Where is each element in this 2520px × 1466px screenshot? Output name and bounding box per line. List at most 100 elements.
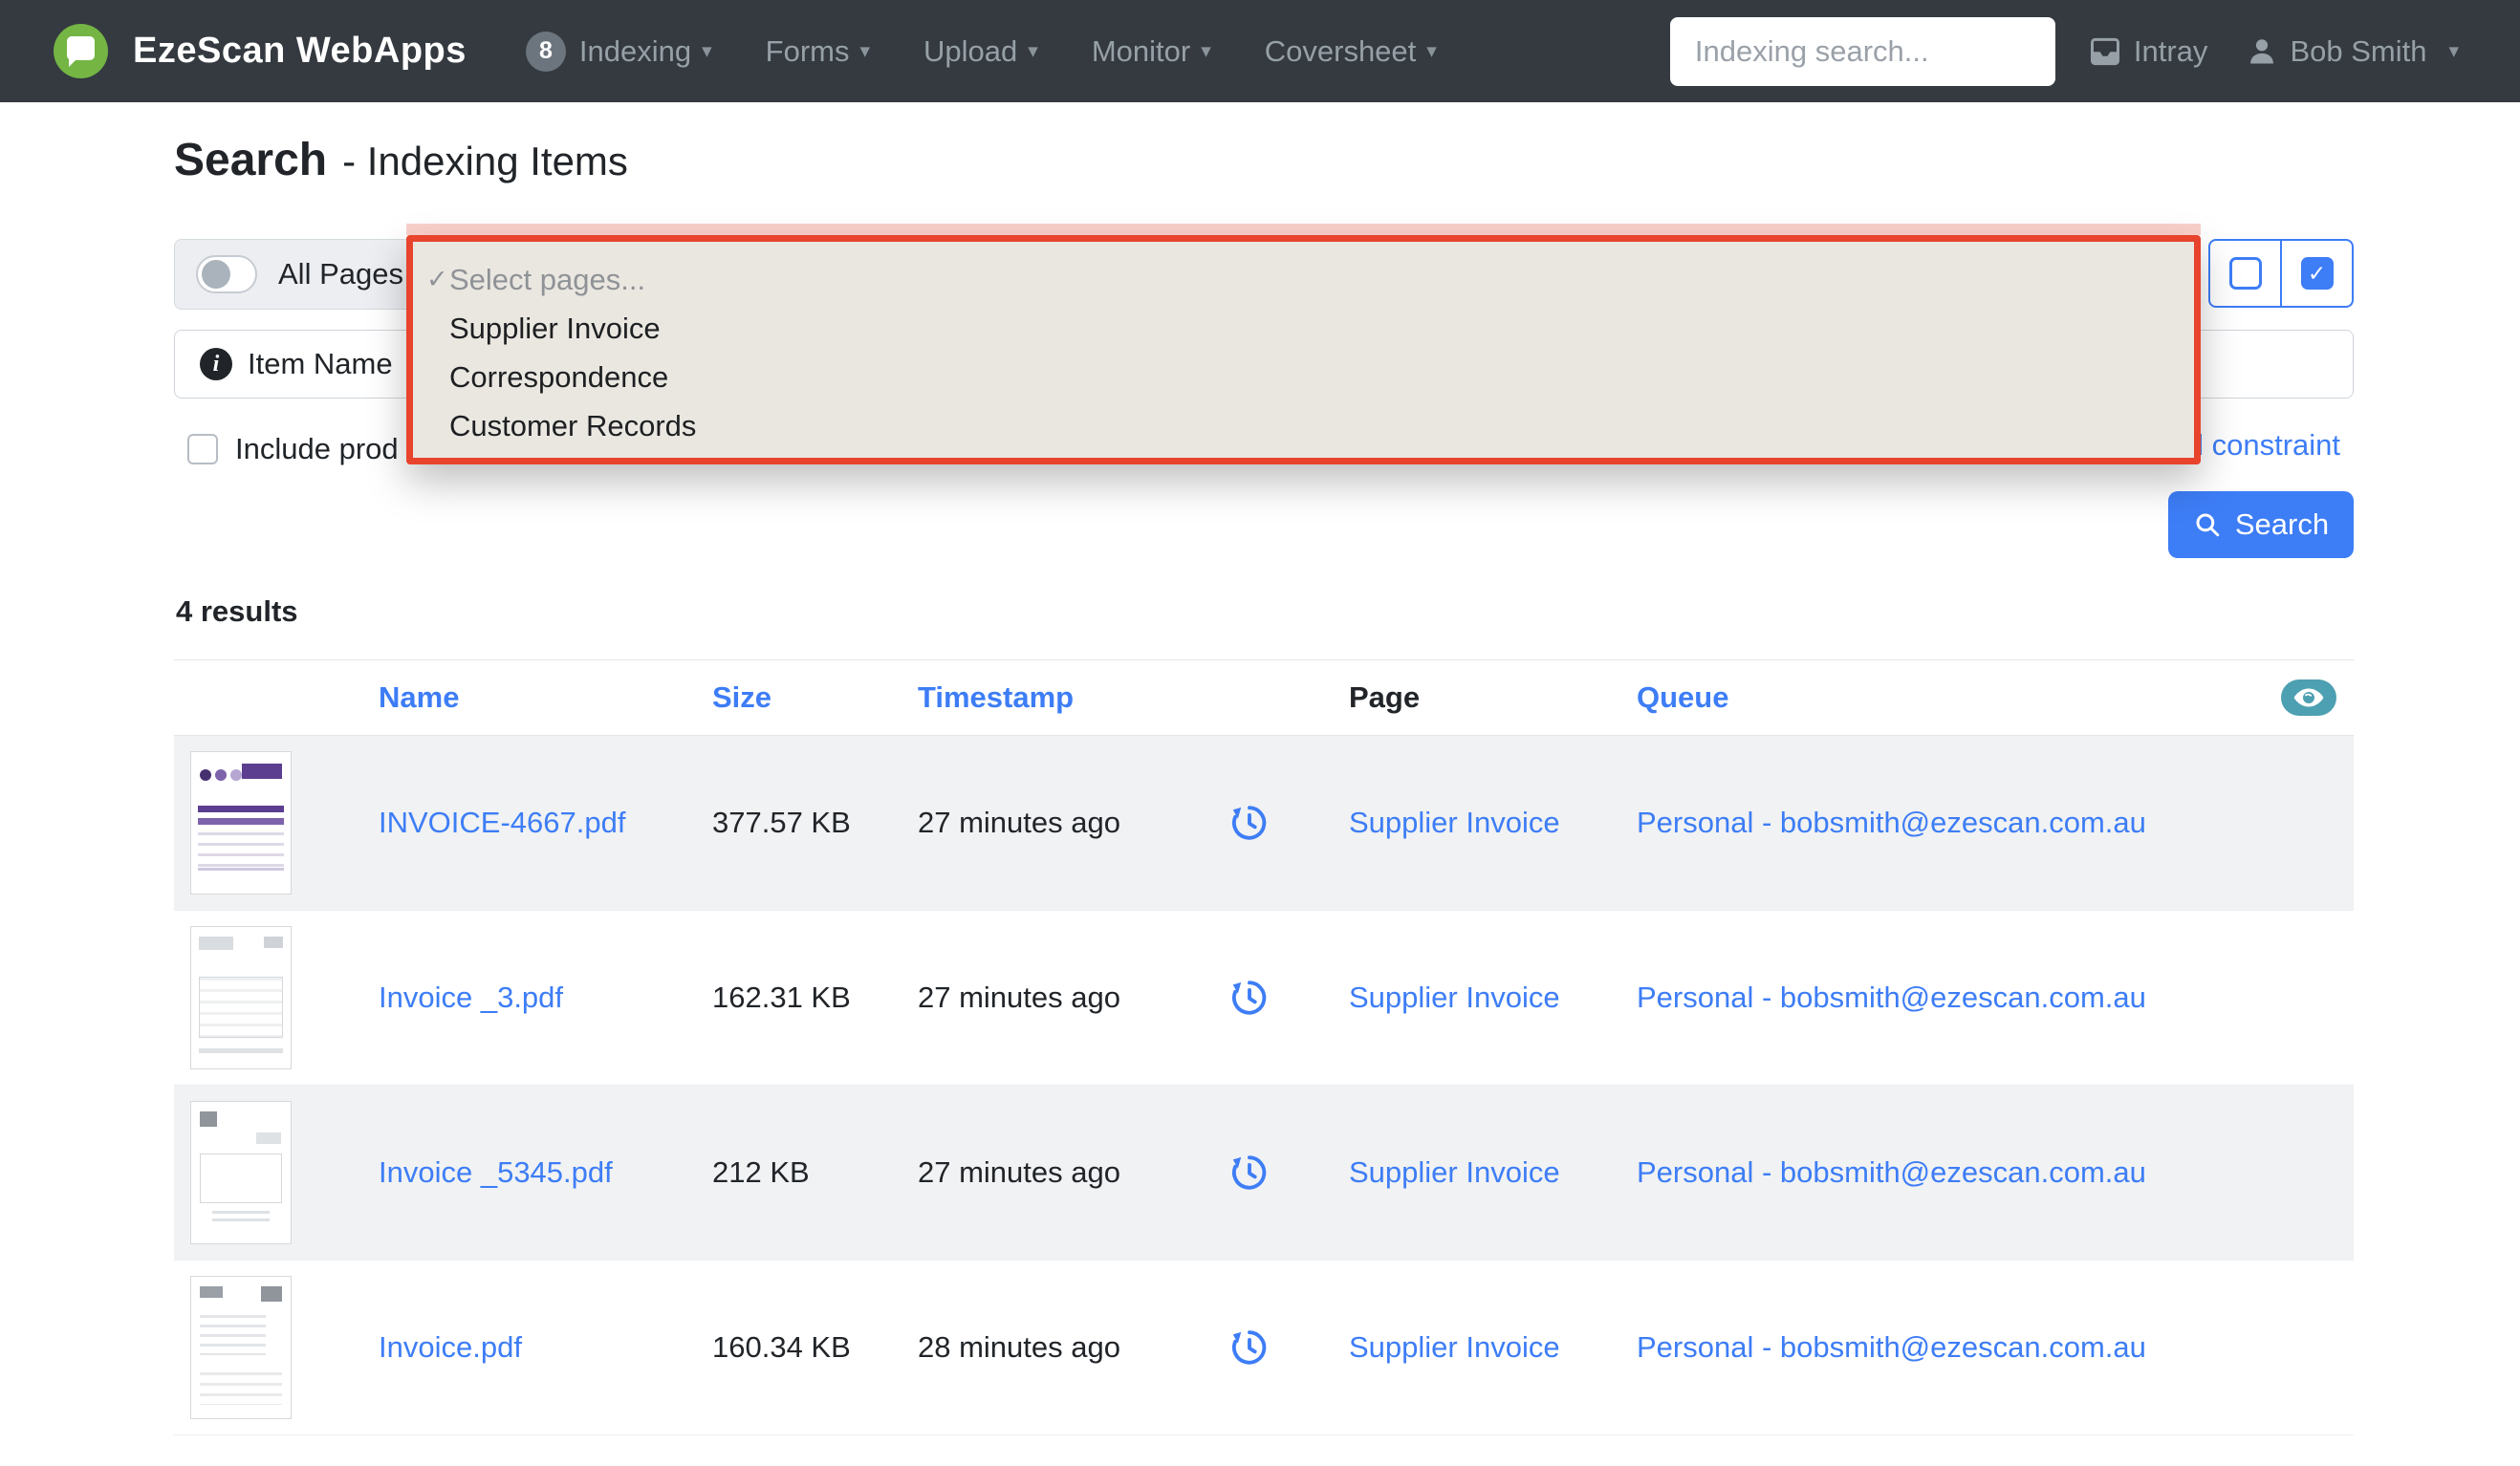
search-button[interactable]: Search [2168, 491, 2354, 558]
file-name-link[interactable]: Invoice.pdf [379, 1330, 522, 1364]
toggle-thumbnails-button[interactable] [2281, 679, 2336, 716]
nav-item-coversheet[interactable]: Coversheet ▾ [1265, 34, 1437, 69]
table-header: Name Size Timestamp Page Queue [174, 659, 2354, 736]
include-processed-checkbox[interactable] [187, 434, 218, 464]
page-title-subtitle: - Indexing Items [342, 139, 628, 183]
results-table: Name Size Timestamp Page Queue INVOICE-4… [174, 659, 2354, 1435]
item-name-addon: i Item Name [174, 330, 419, 399]
history-icon[interactable] [1228, 802, 1271, 844]
toggle-knob [202, 260, 230, 289]
intray-button[interactable]: Intray [2088, 34, 2207, 69]
nav-label: Coversheet [1264, 33, 1417, 68]
ezescan-webapps-screen: EzeScan WebApps 8 Indexing ▾ Forms ▾ Upl… [0, 0, 2520, 1466]
queue-link[interactable]: Personal - bobsmith@ezescan.com.au [1637, 1155, 2146, 1189]
file-name-link[interactable]: Invoice _3.pdf [379, 981, 563, 1014]
thumb-art [200, 769, 211, 781]
results-count: 4 results [176, 594, 298, 628]
all-pages-label: All Pages [278, 257, 403, 291]
thumb-art [256, 1132, 281, 1144]
nav-label: Forms [765, 33, 850, 68]
thumb-art [200, 1372, 282, 1405]
file-name-cell: Invoice _5345.pdf [379, 1155, 712, 1190]
column-header-timestamp[interactable]: Timestamp [918, 680, 1187, 715]
thumb-art [200, 1111, 217, 1127]
nav-item-upload[interactable]: Upload ▾ [923, 34, 1038, 69]
chevron-down-icon: ▾ [702, 40, 712, 62]
thumbnail-cell [174, 751, 379, 895]
document-thumbnail[interactable] [190, 751, 292, 895]
page-link[interactable]: Supplier Invoice [1349, 806, 1560, 839]
chevron-down-icon: ▾ [2448, 40, 2459, 62]
queue-cell: Personal - bobsmith@ezescan.com.au [1637, 981, 2354, 1015]
info-icon: i [200, 348, 232, 380]
timestamp: 27 minutes ago [918, 1155, 1120, 1189]
queue-link[interactable]: Personal - bobsmith@ezescan.com.au [1637, 806, 2146, 839]
column-header-queue[interactable]: Queue [1637, 680, 2354, 715]
page-link[interactable]: Supplier Invoice [1349, 981, 1560, 1014]
document-thumbnail[interactable] [190, 926, 292, 1069]
dropdown-option-label: Supplier Invoice [449, 311, 661, 345]
file-size: 162.31 KB [712, 981, 851, 1014]
select-all-button[interactable]: ✓ [2280, 241, 2352, 306]
file-size: 160.34 KB [712, 1330, 851, 1364]
logo-bubble-icon [67, 36, 95, 67]
history-icon[interactable] [1228, 1152, 1271, 1194]
deselect-all-button[interactable] [2210, 241, 2280, 306]
nav-item-indexing[interactable]: 8 Indexing ▾ [525, 31, 712, 72]
dropdown-option-select-pages[interactable]: ✓ Select pages... [413, 255, 2194, 304]
table-body: INVOICE-4667.pdf 377.57 KB 27 minutes ag… [174, 736, 2354, 1435]
nav-label: Upload [923, 33, 1018, 68]
page-title-main: Search [174, 135, 328, 185]
history-cell [1187, 802, 1312, 844]
thumb-art [200, 1286, 223, 1298]
nav-item-forms[interactable]: Forms ▾ [766, 34, 870, 69]
history-icon[interactable] [1228, 977, 1271, 1019]
navbar-right: Intray Bob Smith ▾ [2055, 34, 2459, 69]
queue-cell: Personal - bobsmith@ezescan.com.au [1637, 1330, 2354, 1365]
document-thumbnail[interactable] [190, 1101, 292, 1244]
nav-item-monitor[interactable]: Monitor ▾ [1092, 34, 1211, 69]
search-button-label: Search [2234, 507, 2330, 541]
dropdown-option-customer-records[interactable]: Customer Records [413, 401, 2194, 450]
file-name-cell: INVOICE-4667.pdf [379, 806, 712, 840]
indexing-search-input[interactable] [1669, 16, 2055, 86]
thumb-art [200, 1315, 266, 1355]
user-menu[interactable]: Bob Smith ▾ [2246, 34, 2459, 69]
page-link[interactable]: Supplier Invoice [1349, 1155, 1560, 1189]
thumb-art [199, 937, 233, 950]
page-cell: Supplier Invoice [1312, 1155, 1637, 1190]
history-icon[interactable] [1228, 1326, 1271, 1369]
thumb-art [261, 1286, 282, 1302]
checked-checkbox-icon: ✓ [2300, 257, 2334, 290]
all-pages-toggle[interactable] [196, 255, 257, 293]
history-cell [1187, 977, 1312, 1019]
file-name-link[interactable]: INVOICE-4667.pdf [379, 806, 625, 839]
queue-link[interactable]: Personal - bobsmith@ezescan.com.au [1637, 1330, 2146, 1364]
include-processed-row: Include prod [187, 432, 399, 466]
include-processed-label: Include prod [235, 432, 399, 465]
ezescan-logo-icon[interactable] [54, 24, 108, 78]
thumbnail-cell [174, 1276, 379, 1419]
history-cell [1187, 1152, 1312, 1194]
document-thumbnail[interactable] [190, 1276, 292, 1419]
column-header-name[interactable]: Name [379, 680, 712, 715]
thumb-art [199, 977, 283, 1038]
dropdown-option-supplier-invoice[interactable]: Supplier Invoice [413, 304, 2194, 353]
dropdown-option-label: Correspondence [449, 359, 669, 394]
eye-icon [2293, 688, 2324, 707]
thumb-art [264, 937, 283, 948]
search-icon [2196, 513, 2220, 537]
dropdown-option-correspondence[interactable]: Correspondence [413, 353, 2194, 401]
chevron-down-icon: ▾ [1028, 40, 1038, 62]
item-name-label: Item Name [248, 347, 393, 380]
column-header-size[interactable]: Size [712, 680, 918, 715]
select-pages-dropdown: ✓ Select pages... Supplier Invoice Corre… [406, 224, 2201, 464]
page-link[interactable]: Supplier Invoice [1349, 1330, 1560, 1364]
file-name-link[interactable]: Invoice _5345.pdf [379, 1155, 613, 1189]
queue-link[interactable]: Personal - bobsmith@ezescan.com.au [1637, 981, 2146, 1014]
thumbnail-cell [174, 926, 379, 1069]
timestamp: 28 minutes ago [918, 1330, 1120, 1364]
thumbnail-cell [174, 1101, 379, 1244]
table-row: Invoice _3.pdf 162.31 KB 27 minutes ago … [174, 911, 2354, 1086]
select-all-checkbox-group: ✓ [2208, 239, 2354, 308]
